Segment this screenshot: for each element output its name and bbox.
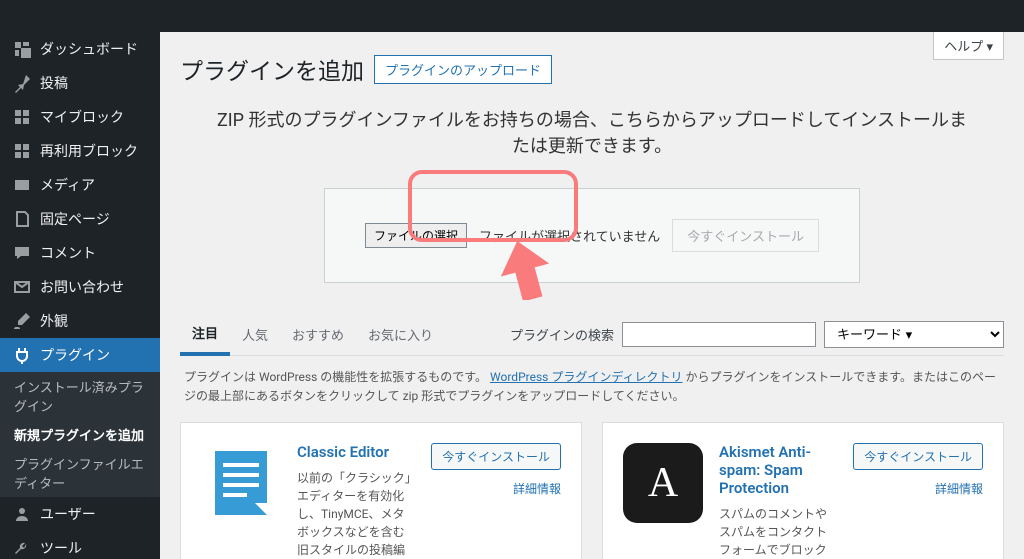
sidebar-sub-item-9-1[interactable]: 新規プラグインを追加 (0, 420, 160, 449)
sidebar-item-label: 固定ページ (40, 209, 110, 229)
sidebar-item-label: ユーザー (40, 504, 96, 524)
pin-icon (12, 73, 32, 93)
plugin-more-link[interactable]: 詳細情報 (513, 480, 561, 497)
upload-panel: ZIP 形式のプラグインファイルをお持ちの場合、こちらからアップロードしてインス… (210, 106, 974, 283)
sidebar-item-9[interactable]: プラグイン (0, 338, 160, 372)
wrench-icon (12, 538, 32, 558)
plugin-desc: 以前の「クラシック」エディターを有効化し、TinyMCE、メタボックスなどを含む… (297, 469, 415, 559)
header-row: プラグインを追加 プラグインのアップロード (180, 52, 1004, 86)
plugin-card-1: A Akismet Anti-spam: Spam Protection スパムのコ… (602, 422, 1004, 559)
sidebar: ダッシュボード投稿マイブロック再利用ブロックメディア固定ページコメントお問い合わ… (0, 32, 160, 559)
upload-form: ファイルの選択 ファイルが選択されていません 今すぐインストール (324, 188, 860, 283)
search-label: プラグインの検索 (510, 325, 614, 344)
plugin-title[interactable]: Akismet Anti-spam: Spam Protection (719, 443, 837, 497)
sidebar-item-7[interactable]: お問い合わせ (0, 270, 160, 304)
filter-tab-0[interactable]: 注目 (180, 313, 230, 356)
sidebar-item-label: ツール (40, 538, 82, 558)
filter-tab-1[interactable]: 人気 (230, 315, 280, 354)
plugin-card-0: Classic Editor 以前の「クラシック」エディターを有効化し、TinyM… (180, 422, 582, 559)
page-title: プラグインを追加 (180, 52, 364, 86)
plugin-more-link[interactable]: 詳細情報 (935, 480, 983, 497)
sidebar-sub-item-9-2[interactable]: プラグインファイルエディター (0, 449, 160, 497)
sidebar-item-10[interactable]: ユーザー (0, 497, 160, 531)
sidebar-item-label: 再利用ブロック (40, 141, 138, 161)
mail-icon (12, 277, 32, 297)
upload-description: ZIP 形式のプラグインファイルをお持ちの場合、こちらからアップロードしてインス… (210, 106, 974, 158)
plugin-desc: スパムのコメントやスパムをコンタクトフォームでブロックするための最善のア (719, 505, 837, 559)
choose-file-button[interactable]: ファイルの選択 (365, 223, 467, 248)
filter-tab-3[interactable]: お気に入り (356, 315, 445, 354)
plugin-actions: 今すぐインストール詳細情報 (431, 443, 561, 559)
sidebar-item-label: プラグイン (40, 345, 110, 365)
plugin-directory-link[interactable]: WordPress プラグインディレクトリ (490, 370, 682, 384)
dashboard-icon (12, 39, 32, 59)
sidebar-sub-item-9-0[interactable]: インストール済みプラグイン (0, 372, 160, 420)
grid-icon (12, 107, 32, 127)
sidebar-item-label: 投稿 (40, 73, 68, 93)
media-icon (12, 175, 32, 195)
plugin-actions: 今すぐインストール詳細情報 (853, 443, 983, 559)
brush-icon (12, 311, 32, 331)
directory-text: プラグインは WordPress の機能性を拡張するものです。 WordPres… (184, 368, 1000, 406)
admin-bar (0, 0, 1024, 32)
plugin-body: Classic Editor 以前の「クラシック」エディターを有効化し、TinyM… (297, 443, 415, 559)
filters-row: 注目人気おすすめお気に入り プラグインの検索 キーワード ▾ (180, 313, 1004, 356)
sidebar-item-0[interactable]: ダッシュボード (0, 32, 160, 66)
grid-icon (12, 141, 32, 161)
sidebar-item-11[interactable]: ツール (0, 531, 160, 559)
sidebar-item-label: 外観 (40, 311, 68, 331)
search-input[interactable] (622, 322, 816, 347)
sidebar-item-5[interactable]: 固定ページ (0, 202, 160, 236)
sidebar-item-label: コメント (40, 243, 96, 263)
user-icon (12, 504, 32, 524)
filter-tab-2[interactable]: おすすめ (280, 315, 356, 354)
plugin-icon: A (623, 443, 703, 523)
plugin-icon (201, 443, 281, 523)
sidebar-item-label: ダッシュボード (40, 39, 138, 59)
plugin-install-button[interactable]: 今すぐインストール (431, 443, 561, 470)
sidebar-item-label: マイブロック (40, 107, 124, 127)
sidebar-item-8[interactable]: 外観 (0, 304, 160, 338)
file-status: ファイルが選択されていません (479, 226, 660, 245)
sidebar-item-4[interactable]: メディア (0, 168, 160, 202)
plugin-title[interactable]: Classic Editor (297, 443, 415, 461)
plugin-grid: Classic Editor 以前の「クラシック」エディターを有効化し、TinyM… (180, 422, 1004, 559)
container: ダッシュボード投稿マイブロック再利用ブロックメディア固定ページコメントお問い合わ… (0, 32, 1024, 559)
plug-icon (12, 345, 32, 365)
plugin-body: Akismet Anti-spam: Spam Protection スパムのコメ… (719, 443, 837, 559)
sidebar-item-3[interactable]: 再利用ブロック (0, 134, 160, 168)
install-now-button[interactable]: 今すぐインストール (672, 219, 819, 252)
page-icon (12, 209, 32, 229)
plugin-install-button[interactable]: 今すぐインストール (853, 443, 983, 470)
content: ヘルプ ▾ プラグインを追加 プラグインのアップロード ZIP 形式のプラグイン… (160, 32, 1024, 559)
keyword-select[interactable]: キーワード ▾ (824, 321, 1004, 348)
sidebar-item-1[interactable]: 投稿 (0, 66, 160, 100)
help-tab[interactable]: ヘルプ ▾ (933, 32, 1004, 60)
upload-plugin-button[interactable]: プラグインのアップロード (374, 55, 552, 84)
sidebar-item-2[interactable]: マイブロック (0, 100, 160, 134)
comment-icon (12, 243, 32, 263)
sidebar-item-label: お問い合わせ (40, 277, 124, 297)
sidebar-item-6[interactable]: コメント (0, 236, 160, 270)
sidebar-item-label: メディア (40, 175, 95, 195)
search-group: プラグインの検索 キーワード ▾ (510, 321, 1004, 348)
